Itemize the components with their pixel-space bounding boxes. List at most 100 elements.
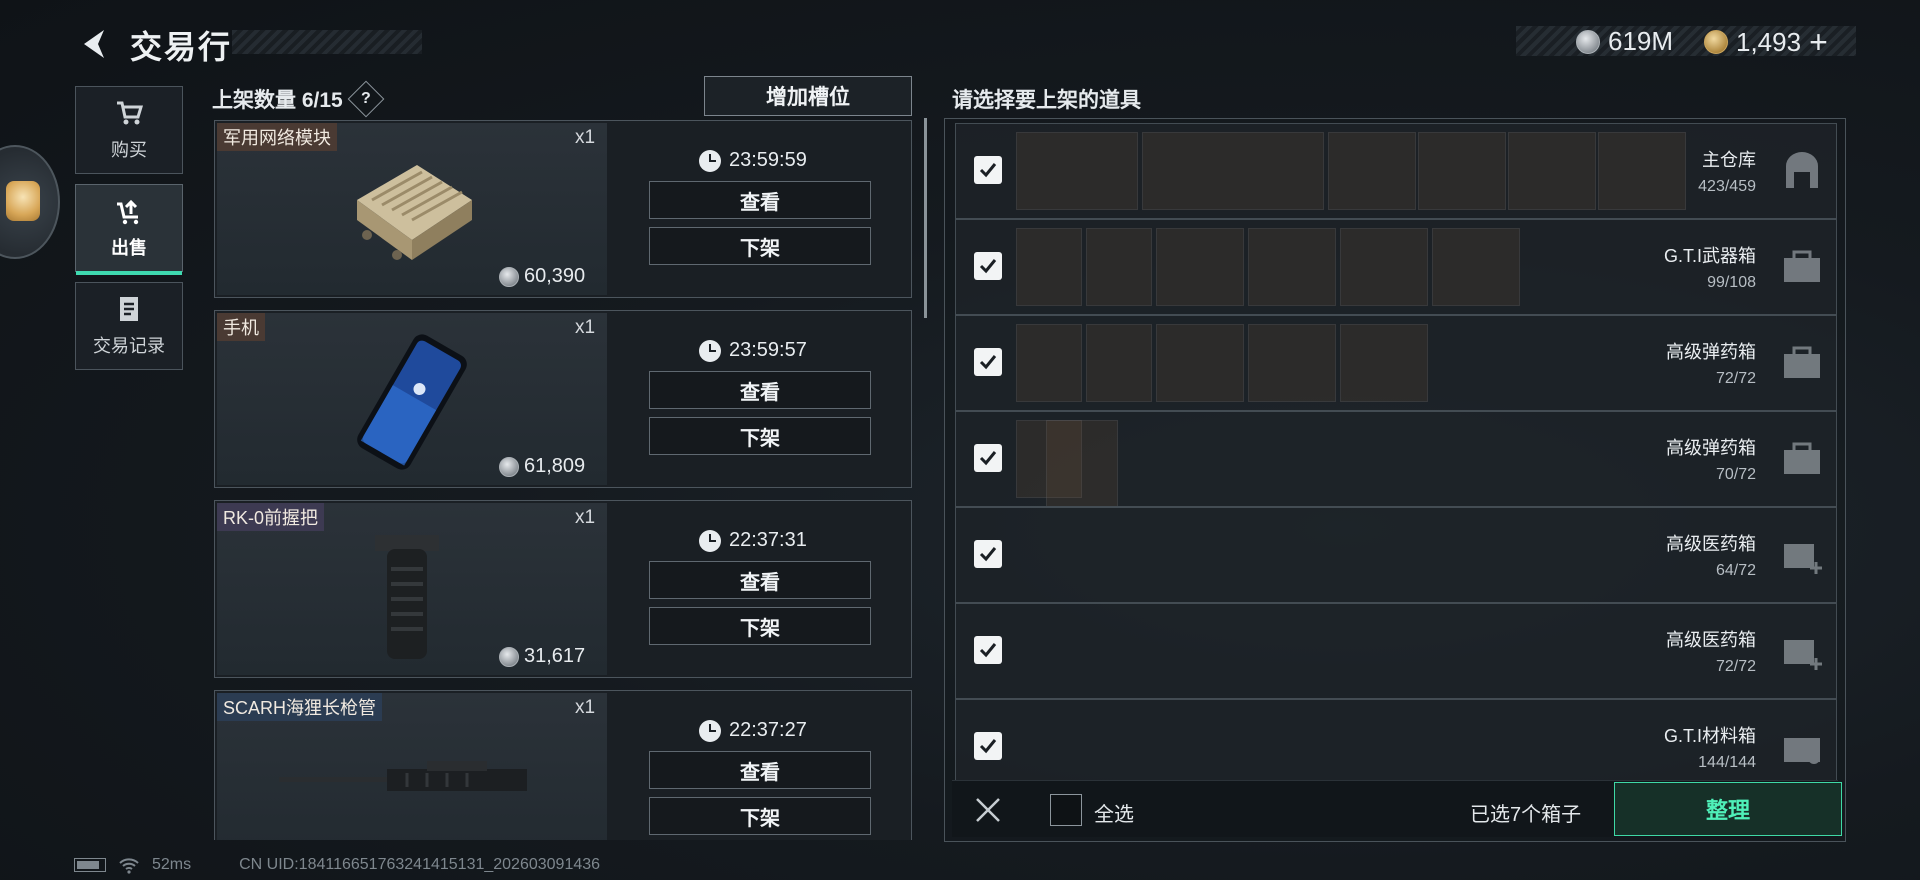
checkmark-icon bbox=[979, 547, 997, 562]
ghost-item bbox=[1248, 228, 1336, 306]
sell-icon bbox=[117, 199, 139, 225]
ghost-item bbox=[1016, 228, 1082, 306]
listing-timer: 22:37:31 bbox=[699, 529, 807, 552]
weapon-box-icon bbox=[1784, 250, 1820, 282]
storage-box-row[interactable]: 高级弹药箱 70/72 bbox=[955, 411, 1837, 507]
listing-card: 军用网络模块 x1 60,390 23:59:59 查看 下架 bbox=[214, 120, 912, 298]
box-checkbox[interactable] bbox=[974, 348, 1002, 376]
cart-icon bbox=[117, 101, 144, 125]
checkmark-icon bbox=[979, 739, 997, 754]
foregrip-image bbox=[375, 535, 439, 659]
help-mark: ? bbox=[360, 90, 371, 107]
listing-count-label: 上架数量 6/15 bbox=[212, 89, 343, 112]
storage-box-row[interactable]: 高级弹药箱 72/72 bbox=[955, 315, 1837, 411]
delist-button[interactable]: 下架 bbox=[649, 797, 871, 835]
status-footer: 52ms CN UID:184116651763241415131_202603… bbox=[74, 856, 600, 874]
ghost-item bbox=[1142, 132, 1324, 210]
box-name: G.T.I武器箱 bbox=[1663, 246, 1756, 266]
item-quantity: x1 bbox=[575, 697, 596, 718]
side-avatar[interactable] bbox=[0, 145, 60, 259]
phone-image bbox=[357, 334, 467, 470]
tab-buy[interactable]: 购买 bbox=[75, 86, 183, 174]
view-button[interactable]: 查看 bbox=[649, 561, 871, 599]
tab-sell-label: 出售 bbox=[111, 238, 147, 258]
ghost-item bbox=[1156, 324, 1244, 402]
view-button[interactable]: 查看 bbox=[649, 181, 871, 219]
add-currency-button[interactable]: + bbox=[1809, 26, 1828, 58]
silver-currency: 619M bbox=[1576, 26, 1673, 57]
checkmark-icon bbox=[979, 259, 997, 274]
view-button[interactable]: 查看 bbox=[649, 371, 871, 409]
clock-icon bbox=[699, 339, 721, 362]
view-button[interactable]: 查看 bbox=[649, 751, 871, 789]
listing-scrollbar[interactable] bbox=[924, 118, 927, 318]
ammo-box-icon bbox=[1784, 346, 1820, 378]
record-icon bbox=[120, 297, 138, 321]
ghost-item bbox=[1248, 324, 1336, 402]
box-capacity: 99/108 bbox=[1707, 274, 1756, 291]
box-checkbox[interactable] bbox=[974, 540, 1002, 568]
gold-amount: 1,493 bbox=[1736, 26, 1802, 57]
listing-list: 军用网络模块 x1 60,390 23:59:59 查看 下架 手机 x1 61… bbox=[214, 120, 912, 840]
tab-sell[interactable]: 出售 bbox=[75, 184, 183, 275]
help-icon[interactable]: ? bbox=[347, 80, 385, 118]
checkmark-icon bbox=[979, 451, 997, 466]
close-icon[interactable] bbox=[974, 796, 1002, 824]
listing-timer: 23:59:57 bbox=[699, 339, 807, 362]
ghost-item bbox=[1418, 132, 1506, 210]
select-all-checkbox[interactable] bbox=[1050, 794, 1082, 826]
box-checkbox[interactable] bbox=[974, 732, 1002, 760]
item-name: 军用网络模块 bbox=[217, 123, 337, 151]
box-capacity: 144/144 bbox=[1698, 754, 1756, 771]
box-name: 主仓库 bbox=[1702, 150, 1756, 170]
medical-box-icon bbox=[1784, 544, 1822, 574]
tab-record-label: 交易记录 bbox=[93, 336, 165, 356]
storage-box-row[interactable]: 高级医药箱 72/72 bbox=[955, 603, 1837, 699]
checkmark-icon bbox=[979, 163, 997, 178]
clock-icon bbox=[699, 719, 721, 742]
ghost-item bbox=[1340, 324, 1428, 402]
listing-card: SCARH海狸长枪管 x1 22:37:27 查看 下架 bbox=[214, 690, 912, 840]
clock-icon bbox=[699, 529, 721, 552]
silver-coin-icon bbox=[499, 456, 519, 477]
delist-button[interactable]: 下架 bbox=[649, 227, 871, 265]
listing-card: 手机 x1 61,809 23:59:57 查看 下架 bbox=[214, 310, 912, 488]
listing-timer: 23:59:59 bbox=[699, 149, 807, 172]
box-capacity: 70/72 bbox=[1715, 466, 1756, 483]
box-capacity: 72/72 bbox=[1715, 658, 1756, 675]
box-checkbox[interactable] bbox=[974, 156, 1002, 184]
select-all-label: 全选 bbox=[1094, 804, 1134, 826]
box-capacity: 72/72 bbox=[1715, 370, 1756, 387]
organize-button[interactable]: 整理 bbox=[1614, 782, 1842, 836]
storage-box-row[interactable]: 高级医药箱 64/72 bbox=[955, 507, 1837, 603]
silver-coin-icon bbox=[499, 266, 519, 287]
box-name: 高级医药箱 bbox=[1666, 534, 1756, 554]
box-name: 高级医药箱 bbox=[1666, 630, 1756, 650]
gold-coin-icon bbox=[1704, 30, 1728, 54]
delist-button[interactable]: 下架 bbox=[649, 607, 871, 645]
item-name: SCARH海狸长枪管 bbox=[217, 693, 383, 721]
back-arrow-icon[interactable] bbox=[74, 24, 114, 64]
listing-timer-value: 22:37:27 bbox=[729, 719, 807, 741]
box-checkbox[interactable] bbox=[974, 252, 1002, 280]
ghost-item bbox=[1016, 132, 1138, 210]
listing-timer-value: 23:59:57 bbox=[729, 339, 807, 361]
storage-box-row[interactable]: 主仓库 423/459 bbox=[955, 123, 1837, 219]
box-checkbox[interactable] bbox=[974, 444, 1002, 472]
selected-count-text: 已选7个箱子 bbox=[1470, 804, 1582, 826]
item-quantity: x1 bbox=[575, 317, 596, 338]
barrel-image bbox=[279, 761, 527, 791]
box-name: G.T.I材料箱 bbox=[1663, 726, 1756, 746]
tab-trade-record[interactable]: 交易记录 bbox=[75, 282, 183, 370]
page-title: 交易行 bbox=[130, 29, 233, 65]
delist-button[interactable]: 下架 bbox=[649, 417, 871, 455]
listing-card: RK-0前握把 x1 31,617 22:37:31 查看 下架 bbox=[214, 500, 912, 678]
box-checkbox[interactable] bbox=[974, 636, 1002, 664]
add-slot-button[interactable]: 增加槽位 bbox=[704, 76, 912, 116]
item-price-value: 31,617 bbox=[524, 645, 586, 667]
listing-timer-value: 23:59:59 bbox=[729, 149, 807, 171]
title-decoration bbox=[232, 30, 422, 54]
ghost-item bbox=[1086, 228, 1152, 306]
storage-box-row[interactable]: G.T.I武器箱 99/108 bbox=[955, 219, 1837, 315]
box-capacity: 423/459 bbox=[1698, 178, 1756, 195]
